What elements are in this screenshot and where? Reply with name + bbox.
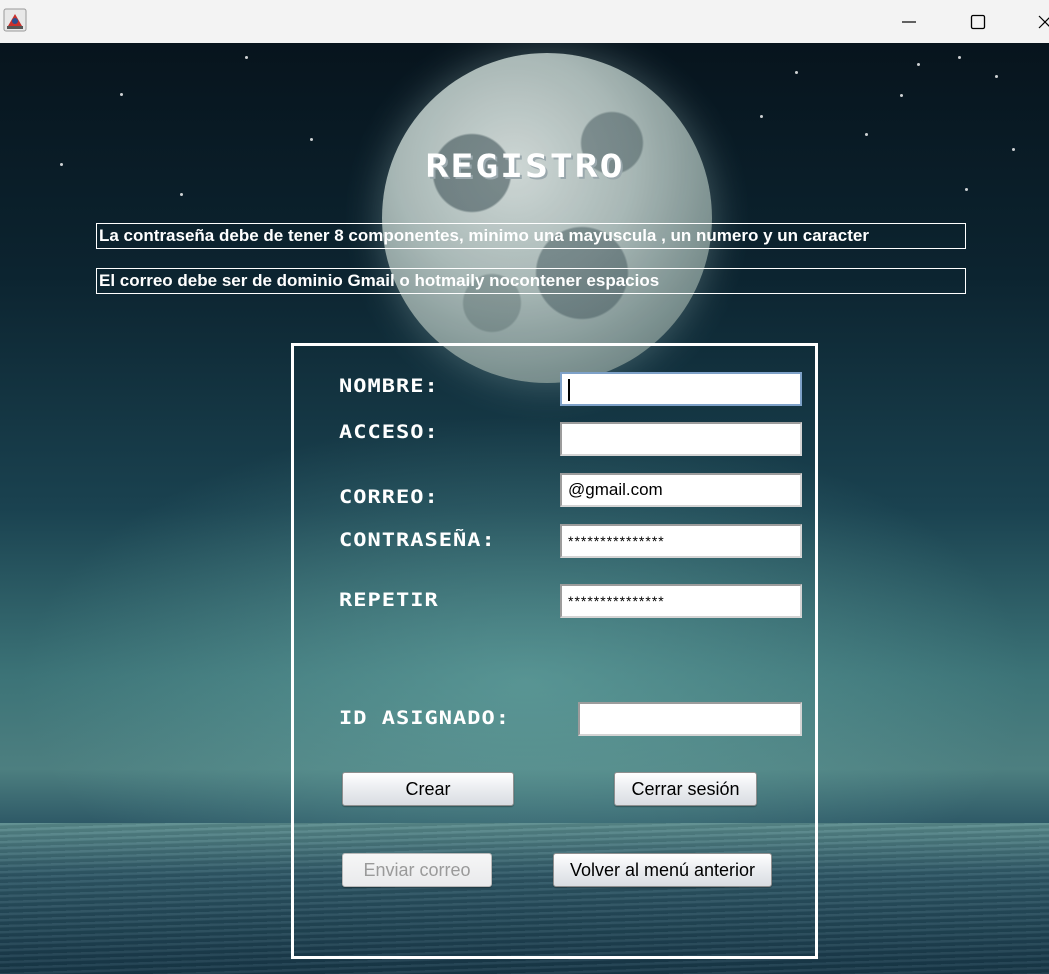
- correo-label: CORREO:: [339, 486, 439, 509]
- enviar-correo-button: Enviar correo: [342, 853, 492, 887]
- acceso-label: ACCESO:: [339, 421, 439, 444]
- star: [1012, 148, 1015, 151]
- minimize-icon: [902, 20, 916, 23]
- star: [865, 133, 868, 136]
- star: [310, 138, 313, 141]
- page-title: REGISTRO: [425, 147, 625, 185]
- star: [245, 56, 248, 59]
- repetir-value: ***************: [568, 593, 665, 609]
- close-icon: [1038, 15, 1049, 28]
- repetir-label: REPETIR: [339, 589, 439, 612]
- star: [795, 71, 798, 74]
- star: [995, 75, 998, 78]
- star: [965, 188, 968, 191]
- nombre-input[interactable]: [560, 372, 802, 406]
- contrasena-label: CONTRASEÑA:: [339, 529, 496, 552]
- close-button[interactable]: [1022, 0, 1049, 43]
- star: [180, 193, 183, 196]
- java-app-icon: [3, 8, 27, 32]
- maximize-button[interactable]: [955, 0, 1001, 43]
- text-caret: [568, 378, 570, 401]
- repetir-input[interactable]: ***************: [560, 584, 802, 618]
- id-asignado-input[interactable]: [578, 702, 802, 736]
- cerrar-sesion-button[interactable]: Cerrar sesión: [614, 772, 757, 806]
- contrasena-value: ***************: [568, 533, 665, 549]
- email-rule-text: El correo debe ser de dominio Gmail o ho…: [96, 268, 966, 294]
- star: [60, 163, 63, 166]
- minimize-button[interactable]: [886, 0, 932, 43]
- app-window: REGISTRO La contraseña debe de tener 8 c…: [0, 0, 1049, 974]
- correo-value: @gmail.com: [568, 480, 663, 499]
- id-asignado-label: ID ASIGNADO:: [339, 707, 510, 730]
- password-rule-text: La contraseña debe de tener 8 componente…: [96, 223, 966, 249]
- title-bar: [0, 0, 1049, 43]
- contrasena-input[interactable]: ***************: [560, 524, 802, 558]
- nombre-label: NOMBRE:: [339, 375, 439, 398]
- correo-input[interactable]: @gmail.com: [560, 473, 802, 507]
- registration-panel: NOMBRE: ACCESO: CORREO: @gmail.com CONTR…: [291, 343, 818, 959]
- star: [917, 63, 920, 66]
- star: [900, 94, 903, 97]
- star: [760, 115, 763, 118]
- volver-menu-button[interactable]: Volver al menú anterior: [553, 853, 772, 887]
- star: [120, 93, 123, 96]
- acceso-input[interactable]: [560, 422, 802, 456]
- maximize-icon: [970, 14, 986, 29]
- crear-button[interactable]: Crear: [342, 772, 514, 806]
- star: [958, 56, 961, 59]
- moon-image: [382, 53, 712, 383]
